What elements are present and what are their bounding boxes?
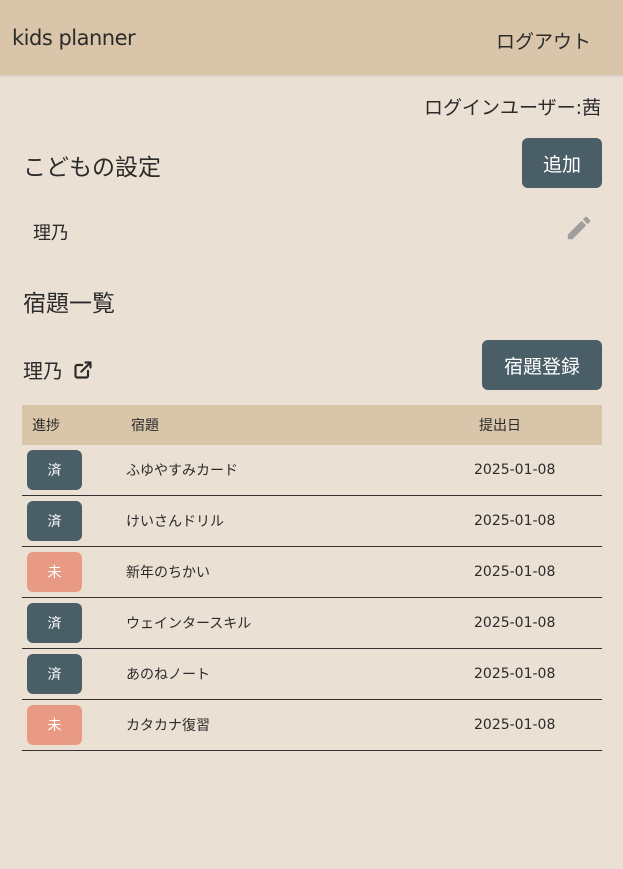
status-cell: 済 — [22, 597, 126, 649]
table-row: 済 あのねノート 2025-01-08 — [22, 648, 602, 700]
status-badge[interactable]: 済 — [27, 501, 82, 541]
child-name: 理乃 — [33, 223, 69, 244]
top-bar: kids planner ログアウト — [0, 0, 623, 75]
homework-list-title: 宿題一覧 — [23, 291, 115, 317]
table-row: 未 新年のちかい 2025-01-08 — [22, 546, 602, 598]
table-row: 済 ふゆやすみカード 2025-01-08 — [22, 445, 602, 496]
homework-name: ウェインタースキル — [126, 597, 474, 649]
children-settings-title: こどもの設定 — [23, 155, 161, 181]
status-cell: 未 — [22, 546, 126, 598]
register-homework-button[interactable]: 宿題登録 — [482, 340, 602, 390]
status-cell: 済 — [22, 445, 126, 496]
status-cell: 済 — [22, 648, 126, 700]
homework-name: けいさんドリル — [126, 495, 474, 547]
due-date: 2025-01-08 — [474, 445, 602, 496]
login-user-label: ログインユーザー:茜 — [423, 97, 601, 119]
homework-name: 新年のちかい — [126, 546, 474, 598]
status-cell: 済 — [22, 495, 126, 547]
add-child-button[interactable]: 追加 — [522, 138, 602, 188]
external-link-icon[interactable] — [73, 360, 93, 380]
homework-name: ふゆやすみカード — [126, 445, 474, 496]
due-date: 2025-01-08 — [474, 648, 602, 700]
homework-table: 進捗 宿題 提出日 済ふゆやすみカード 2025-01-08 済けいさんドリル 202… — [22, 405, 602, 751]
logout-button[interactable]: ログアウト — [496, 27, 591, 54]
pencil-icon[interactable] — [564, 213, 594, 243]
column-header-progress: 進捗 — [32, 418, 60, 434]
homework-child-group: 理乃 — [23, 355, 93, 384]
table-row: 未 カタカナ復習 2025-01-08 — [22, 699, 602, 751]
status-badge[interactable]: 済 — [27, 450, 82, 490]
due-date: 2025-01-08 — [474, 699, 602, 751]
column-header-homework: 宿題 — [131, 418, 159, 434]
table-row: 済 ウェインタースキル 2025-01-08 — [22, 597, 602, 649]
status-badge[interactable]: 未 — [27, 705, 82, 745]
homework-name: あのねノート — [126, 648, 474, 700]
homework-name: カタカナ復習 — [126, 699, 474, 751]
status-badge[interactable]: 済 — [27, 603, 82, 643]
table-row: 済 けいさんドリル 2025-01-08 — [22, 495, 602, 547]
column-header-due-date: 提出日 — [479, 418, 521, 434]
due-date: 2025-01-08 — [474, 546, 602, 598]
status-badge[interactable]: 未 — [27, 552, 82, 592]
homework-child-name[interactable]: 理乃 — [23, 355, 63, 384]
status-badge[interactable]: 済 — [27, 654, 82, 694]
due-date: 2025-01-08 — [474, 597, 602, 649]
brand-logo[interactable]: kids planner — [12, 26, 136, 50]
table-header-row: 進捗 宿題 提出日 — [22, 405, 602, 445]
due-date: 2025-01-08 — [474, 495, 602, 547]
status-cell: 未 — [22, 699, 126, 751]
